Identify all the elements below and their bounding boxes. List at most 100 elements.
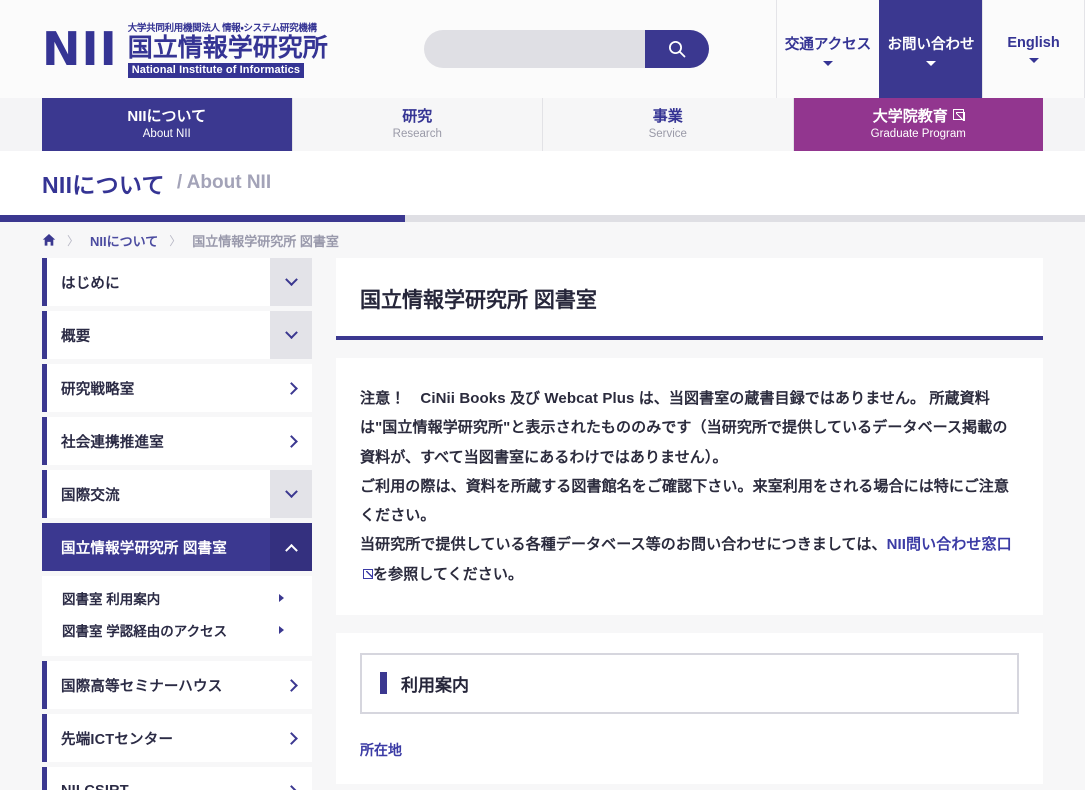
sidebar-item-international-exchange[interactable]: 国際交流 xyxy=(42,470,312,518)
tab-service[interactable]: 事業 Service xyxy=(543,98,794,151)
notice-paragraph-2: ご利用の際は、資料を所蔵する図書館名をご確認下さい。来室利用をされる場合には特に… xyxy=(360,477,1010,524)
breadcrumb-separator: 〉 xyxy=(169,233,182,248)
external-link-icon xyxy=(952,109,964,121)
search-input[interactable] xyxy=(424,30,645,68)
sidebar-item-nii-csirt[interactable]: NII CSIRT xyxy=(42,767,312,790)
utility-nav: 交通アクセス お問い合わせ English xyxy=(776,0,1085,98)
sidebar-item-library[interactable]: 国立情報学研究所 図書室 xyxy=(42,523,312,571)
tab-label-jp: NIIについて xyxy=(127,108,207,126)
logo-name-en: National Institute of Informatics xyxy=(127,63,305,79)
notice-paragraph-3-after: を参照してください。 xyxy=(373,565,524,583)
usage-guide-card: 利用案内 所在地 xyxy=(336,632,1043,784)
search-button[interactable] xyxy=(645,30,709,68)
content-header-card: 国立情報学研究所 図書室 xyxy=(336,258,1043,340)
sidebar-subnav: 図書室 利用案内 図書室 学認経由のアクセス xyxy=(42,576,312,656)
breadcrumb-separator: 〉 xyxy=(67,233,80,248)
breadcrumb-item-current: 国立情報学研究所 図書室 xyxy=(192,233,339,249)
tab-label-en: About NII xyxy=(142,127,191,140)
site-header: NII 大学共同利用機関法人 情報・システム研究機構 国立情報学研究所 Nati… xyxy=(0,0,1085,98)
chevron-down-icon xyxy=(1028,58,1039,63)
home-icon[interactable] xyxy=(42,233,56,247)
main-navigation: NIIについて About NII 研究 Research 事業 Service… xyxy=(0,98,1085,151)
sidebar-item-social-collaboration[interactable]: 社会連携推進室 xyxy=(42,417,312,465)
chevron-right-icon xyxy=(270,767,312,790)
util-item-english[interactable]: English xyxy=(982,0,1085,98)
util-item-label: 交通アクセス xyxy=(784,36,872,53)
section-heading: 利用案内 xyxy=(401,675,469,695)
site-search[interactable] xyxy=(424,30,709,68)
sidebar: はじめに 概要 研究戦略室 社会連携推進室 国際交流 国立情報学研究所 図書室 … xyxy=(42,258,312,790)
triangle-right-icon xyxy=(279,626,284,634)
search-area xyxy=(420,0,776,98)
tab-label-jp-text: 大学院教育 xyxy=(872,108,948,126)
page-layout: はじめに 概要 研究戦略室 社会連携推進室 国際交流 国立情報学研究所 図書室 … xyxy=(0,258,1085,790)
logo-name-jp: 国立情報学研究所 xyxy=(127,33,328,62)
sidebar-item-hajimeni[interactable]: はじめに xyxy=(42,258,312,306)
chevron-down-icon[interactable] xyxy=(270,470,312,518)
tab-label-en: Graduate Program xyxy=(870,127,966,140)
sidebar-subitem-label: 図書室 利用案内 xyxy=(62,592,161,607)
page-title-en: / About NII xyxy=(177,172,271,194)
external-link-icon xyxy=(363,568,373,579)
site-logo[interactable]: NII 大学共同利用機関法人 情報・システム研究機構 国立情報学研究所 Nati… xyxy=(0,0,420,98)
triangle-right-icon xyxy=(279,594,284,602)
util-item-contact[interactable]: お問い合わせ xyxy=(879,0,982,98)
sidebar-item-label: 国立情報学研究所 図書室 xyxy=(61,540,227,557)
tab-graduate-program[interactable]: 大学院教育 Graduate Program xyxy=(793,98,1043,151)
section-mark-icon xyxy=(380,672,387,695)
tab-about-nii[interactable]: NIIについて About NII xyxy=(42,98,293,151)
title-rule-fill xyxy=(0,215,405,222)
sidebar-subitem-library-guide[interactable]: 図書室 利用案内 xyxy=(42,582,312,614)
chevron-right-icon xyxy=(270,417,312,465)
page-title: NIIについて xyxy=(42,172,165,198)
chevron-right-icon xyxy=(270,714,312,762)
chevron-down-icon[interactable] xyxy=(270,258,312,306)
logo-organization-line: 大学共同利用機関法人 情報・システム研究機構 xyxy=(127,22,317,34)
title-rule xyxy=(0,215,1085,222)
page-title-band: NIIについて / About NII xyxy=(0,151,1085,215)
section-heading-box: 利用案内 xyxy=(360,652,1019,714)
sidebar-item-label: 概要 xyxy=(61,328,91,345)
util-item-access[interactable]: 交通アクセス xyxy=(776,0,879,98)
sidebar-item-label: 国際交流 xyxy=(61,487,120,504)
sidebar-item-label: はじめに xyxy=(61,275,120,292)
notice-paragraph-3: 当研究所で提供している各種データベース等のお問い合わせにつきましては、NII問い… xyxy=(360,530,1019,589)
notice-paragraph-1: 注意！ CiNii Books 及び Webcat Plus は、当図書室の蔵書… xyxy=(360,390,1008,466)
sidebar-item-label: 社会連携推進室 xyxy=(61,434,164,451)
tab-label-jp: 研究 xyxy=(402,108,433,126)
sidebar-item-label: 先端ICTセンター xyxy=(61,731,174,748)
chevron-down-icon xyxy=(926,60,936,66)
sidebar-subitem-library-gakunin[interactable]: 図書室 学認経由のアクセス xyxy=(42,614,312,646)
tab-label-en: Service xyxy=(648,127,687,140)
sidebar-item-research-strategy[interactable]: 研究戦略室 xyxy=(42,364,312,412)
sidebar-item-label: 研究戦略室 xyxy=(61,381,135,398)
chevron-down-icon xyxy=(823,60,833,66)
tab-label-en: Research xyxy=(392,127,442,140)
sidebar-item-label: 国際高等セミナーハウス xyxy=(61,678,223,695)
sidebar-subitem-label: 図書室 学認経由のアクセス xyxy=(62,624,228,639)
page-title-en-text: About NII xyxy=(186,172,272,193)
main-content: 国立情報学研究所 図書室 注意！ CiNii Books 及び Webcat P… xyxy=(336,258,1043,790)
sidebar-item-gaiyou[interactable]: 概要 xyxy=(42,311,312,359)
location-link[interactable]: 所在地 xyxy=(360,740,1019,760)
breadcrumb-item-about-nii[interactable]: NIIについて xyxy=(90,231,158,250)
tab-label-jp: 事業 xyxy=(652,108,683,126)
tab-label-jp: 大学院教育 xyxy=(873,108,964,125)
sidebar-item-seminar-house[interactable]: 国際高等セミナーハウス xyxy=(42,661,312,709)
nii-contact-link-label: NII問い合わせ窓口 xyxy=(886,536,1012,554)
breadcrumb: 〉 NIIについて 〉 国立情報学研究所 図書室 xyxy=(0,222,1085,258)
util-item-label: お問い合わせ xyxy=(887,36,975,53)
util-item-label: English xyxy=(1007,35,1060,51)
chevron-right-icon xyxy=(270,364,312,412)
chevron-right-icon xyxy=(270,661,312,709)
chevron-up-icon[interactable] xyxy=(270,523,312,571)
search-icon xyxy=(669,41,686,58)
notice-card: 注意！ CiNii Books 及び Webcat Plus は、当図書室の蔵書… xyxy=(336,358,1043,615)
logo-mark: NII xyxy=(42,22,118,76)
notice-paragraph-3-before: 当研究所で提供している各種データベース等のお問い合わせにつきましては、 xyxy=(360,536,887,554)
chevron-down-icon[interactable] xyxy=(270,311,312,359)
sidebar-item-advanced-ict-center[interactable]: 先端ICTセンター xyxy=(42,714,312,762)
sidebar-item-label: NII CSIRT xyxy=(47,767,270,790)
content-title: 国立情報学研究所 図書室 xyxy=(360,289,597,312)
tab-research[interactable]: 研究 Research xyxy=(292,98,543,151)
